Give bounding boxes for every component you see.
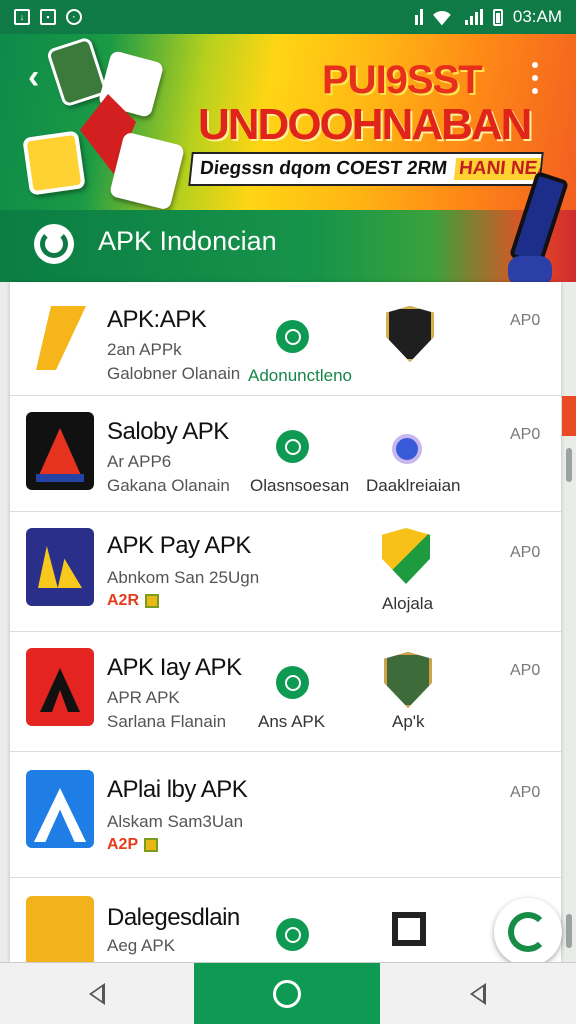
app-list: APK:APK 2an APPk Galobner Olanain Adonun… [10,282,561,962]
shield-icon [382,528,430,584]
install-button[interactable] [276,430,309,463]
install-label: Adonunctleno [248,366,352,385]
app-title: APK:APK [107,306,207,333]
shield-icon [384,652,432,708]
secondary-label: Alojala [382,594,434,613]
nav-recents-button[interactable] [380,963,576,1024]
recents-triangle-icon [470,983,486,1005]
floating-action-button[interactable] [494,898,562,966]
home-circle-icon [273,980,301,1008]
install-button[interactable] [276,320,309,353]
app-icon [26,648,94,726]
shield-icon [386,306,434,362]
app-icon [26,528,94,606]
banner-title-line1: PUI9SST [322,58,483,102]
secondary-label: Daaklreiaian [366,476,461,495]
rating-badge: A2R [107,592,160,610]
banner-card-decoration [22,130,86,196]
vibrate-icon [414,9,423,25]
app-title: APK Iay APK [107,654,242,681]
app-icon [26,412,94,490]
app-title: APK Indoncian [98,226,277,256]
battery-icon [492,8,503,26]
app-code: AP0 [510,662,541,679]
compass-icon [392,434,422,464]
app-description: Galobner Olanain [107,364,241,383]
app-title-bar [0,210,576,282]
banner-strip-text: Diegssn dqom COEST 2RM [198,158,449,179]
list-item[interactable]: APlai lby APK Alskam Sam3Uan A2P AP0 [10,752,561,878]
header-banner: ‹ PUI9SST UNDOOHNABAN Diegssn dqom COEST… [0,34,576,282]
secondary-label: Ap'k [392,712,425,731]
install-button[interactable] [276,666,309,699]
more-options-button[interactable] [528,62,542,94]
app-icon [26,298,94,376]
app-code: AP0 [510,784,541,801]
status-time: 03:AM [512,7,562,26]
app-icon [26,896,94,962]
nav-home-button[interactable] [194,963,380,1024]
nav-back-button[interactable] [0,963,194,1024]
image-icon: ▪ [40,9,56,25]
list-item[interactable]: Saloby APK Ar APP6 Gakana Olanain Olasns… [10,396,561,512]
glove-decoration [508,256,552,282]
app-description: Gakana Olanain [107,476,230,495]
list-item[interactable]: APK Pay APK Abnkom San 25Ugn A2R Alojala… [10,512,561,632]
app-code: AP0 [510,544,541,561]
badge-square-icon [145,594,160,608]
app-subtitle: 2an APPk [107,340,182,359]
app-screen: ↓ ▪ · 03:AM ‹ PUI9SST UNDOOHNABAN Diegss… [0,0,576,1024]
download-icon: ↓ [14,9,30,25]
install-label: Olasnsoesan [250,476,350,495]
app-title: Dalegesdlain [107,904,240,931]
app-subtitle: Ar APP6 [107,452,172,471]
back-triangle-icon [89,983,105,1005]
app-title: APK Pay APK [107,532,251,559]
badge-square-icon [144,838,159,852]
wifi-icon [433,9,455,25]
app-title: Saloby APK [107,418,229,445]
qr-icon [392,912,426,946]
rating-badge-text: A2R [107,592,140,609]
app-subtitle: Abnkom San 25Ugn [107,568,260,587]
alarm-icon: · [66,9,82,25]
back-button[interactable]: ‹ [28,60,39,94]
app-logo-icon [34,224,74,264]
list-item[interactable]: APK Iay APK APR APK Sarlana Flanain Ans … [10,632,561,752]
app-subtitle: APR APK [107,688,180,707]
app-title: APlai lby APK [107,776,248,803]
app-description: Sarlana Flanain [107,712,227,731]
scrollbar[interactable] [566,448,572,482]
app-subtitle: Alskam Sam3Uan [107,812,244,831]
banner-strip-highlight: HANI NEANTA [453,158,544,180]
signal-icon [464,9,483,25]
rating-badge-text: A2P [107,836,139,853]
install-label: Ans APK [258,712,326,731]
app-subtitle: Aeg APK [107,936,176,955]
banner-strip: Diegssn dqom COEST 2RM HANI NEANTA [188,152,544,186]
app-code: AP0 [510,426,541,443]
rating-badge: A2P [107,836,159,854]
side-tab[interactable] [562,396,576,436]
list-item[interactable]: Dalegesdlain Aeg APK [10,878,561,962]
banner-title-line2: UNDOOHNABAN [198,100,532,149]
scrollbar-handle[interactable] [566,914,572,948]
app-code: AP0 [510,312,541,329]
status-bar: ↓ ▪ · 03:AM [0,0,576,34]
system-nav-bar [0,962,576,1024]
list-item[interactable]: APK:APK 2an APPk Galobner Olanain Adonun… [10,282,561,396]
app-icon [26,770,94,848]
install-button[interactable] [276,918,309,951]
